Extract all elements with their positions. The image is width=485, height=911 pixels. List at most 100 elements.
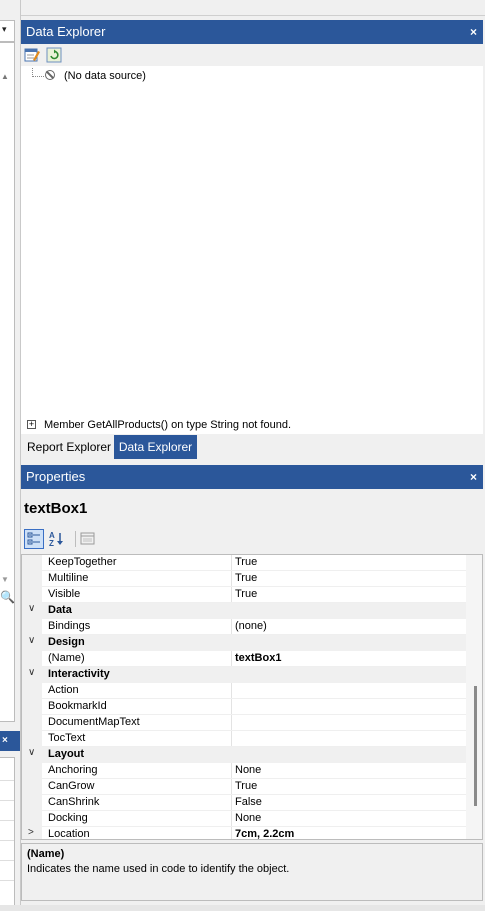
property-name: CanShrink <box>48 796 100 808</box>
collapse-chevron-icon[interactable]: ∨ <box>28 603 35 614</box>
property-row[interactable]: KeepTogether True <box>22 555 468 571</box>
property-value[interactable]: False <box>235 796 262 808</box>
svg-text:Z: Z <box>49 539 54 548</box>
tree-connector <box>32 76 44 77</box>
property-name: Visible <box>48 588 81 600</box>
tab-report-explorer[interactable]: Report Explorer <box>21 435 117 459</box>
expand-chevron-icon[interactable]: > <box>28 827 34 838</box>
property-row[interactable]: Multiline True <box>22 571 468 587</box>
tab-data-explorer[interactable]: Data Explorer <box>114 435 197 459</box>
left-panel-close-icon[interactable]: × <box>2 735 8 746</box>
property-name: Docking <box>48 812 88 824</box>
selected-object-name: textBox1 <box>24 500 88 517</box>
property-value[interactable]: (none) <box>235 620 267 632</box>
refresh-icon[interactable] <box>46 47 62 63</box>
property-category[interactable]: ∨ Interactivity <box>22 667 468 683</box>
property-name: Bindings <box>48 620 91 632</box>
description-title: (Name) <box>27 848 65 860</box>
edit-datasource-icon[interactable] <box>24 47 40 63</box>
column-divider <box>231 555 232 571</box>
description-text: Indicates the name used in code to ident… <box>27 863 290 875</box>
property-value[interactable]: textBox1 <box>235 652 281 664</box>
property-name: Action <box>48 684 79 696</box>
alphabetical-icon[interactable]: A Z <box>47 529 67 549</box>
properties-header: Properties × <box>21 465 483 489</box>
property-row[interactable]: TocText <box>22 731 468 747</box>
magnifier-icon[interactable]: 🔍 <box>0 590 15 604</box>
property-row[interactable]: Visible True <box>22 587 468 603</box>
row-gutter <box>22 811 42 827</box>
data-explorer-tree <box>21 66 483 418</box>
property-row[interactable]: CanGrow True <box>22 779 468 795</box>
properties-close-icon[interactable]: × <box>470 465 477 489</box>
collapse-chevron-icon[interactable]: ∨ <box>28 635 35 646</box>
left-lower-divider <box>0 780 14 781</box>
property-name: Location <box>48 828 90 840</box>
row-gutter <box>22 651 42 667</box>
property-value[interactable]: True <box>235 556 257 568</box>
window-bottom-edge <box>0 905 485 911</box>
row-gutter <box>22 715 42 731</box>
property-name: Anchoring <box>48 764 98 776</box>
property-row[interactable]: DocumentMapText <box>22 715 468 731</box>
property-value[interactable]: True <box>235 572 257 584</box>
tree-node-no-data-source[interactable]: (No data source) <box>64 70 146 82</box>
no-data-icon <box>45 70 55 80</box>
column-divider <box>231 811 232 827</box>
data-explorer-close-icon[interactable]: × <box>470 20 477 44</box>
category-label: Data <box>48 604 72 616</box>
column-divider <box>231 587 232 603</box>
column-divider <box>231 619 232 635</box>
row-gutter <box>22 699 42 715</box>
expand-icon[interactable]: + <box>27 420 36 429</box>
column-divider <box>231 699 232 715</box>
row-gutter <box>22 683 42 699</box>
row-gutter <box>22 795 42 811</box>
left-lower-divider <box>0 840 14 841</box>
scroll-down-arrow-icon[interactable]: ▼ <box>1 575 9 584</box>
property-name: KeepTogether <box>48 556 117 568</box>
column-divider <box>231 763 232 779</box>
collapse-chevron-icon[interactable]: ∨ <box>28 667 35 678</box>
collapse-chevron-icon[interactable]: ∨ <box>28 747 35 758</box>
error-message: Member GetAllProducts() on type String n… <box>44 419 292 431</box>
column-divider <box>231 827 232 839</box>
row-gutter <box>22 619 42 635</box>
property-value[interactable]: 7cm, 2.2cm <box>235 828 294 839</box>
row-gutter <box>22 571 42 587</box>
property-row[interactable]: Action <box>22 683 468 699</box>
column-divider <box>231 571 232 587</box>
property-row[interactable]: (Name) textBox1 <box>22 651 468 667</box>
property-value[interactable]: None <box>235 812 261 824</box>
categorized-icon[interactable] <box>24 529 44 549</box>
property-row[interactable]: BookmarkId <box>22 699 468 715</box>
property-category[interactable]: ∨ Layout <box>22 747 468 763</box>
category-label: Design <box>48 636 85 648</box>
property-category[interactable]: ∨ Data <box>22 603 468 619</box>
left-lower-divider <box>0 880 14 881</box>
category-label: Interactivity <box>48 668 110 680</box>
property-name: TocText <box>48 732 86 744</box>
properties-title: Properties <box>26 469 86 484</box>
row-gutter <box>22 587 42 603</box>
scroll-up-arrow-icon[interactable]: ▲ <box>1 72 9 81</box>
property-pages-icon[interactable] <box>78 529 98 549</box>
property-category[interactable]: ∨ Design <box>22 635 468 651</box>
left-panel-content <box>0 42 15 722</box>
property-name: CanGrow <box>48 780 95 792</box>
property-row[interactable]: Anchoring None <box>22 763 468 779</box>
scrollbar-thumb[interactable] <box>474 686 477 806</box>
property-row[interactable]: Docking None <box>22 811 468 827</box>
property-value[interactable]: True <box>235 780 257 792</box>
dropdown-arrow-icon[interactable]: ▾ <box>2 24 7 35</box>
left-lower-divider <box>0 800 14 801</box>
property-value[interactable]: True <box>235 588 257 600</box>
property-value[interactable]: None <box>235 764 261 776</box>
property-row[interactable]: CanShrink False <box>22 795 468 811</box>
property-row[interactable]: > Location 7cm, 2.2cm <box>22 827 468 840</box>
property-name: DocumentMapText <box>48 716 140 728</box>
column-divider <box>231 715 232 731</box>
property-name: (Name) <box>48 652 85 664</box>
property-name: BookmarkId <box>48 700 107 712</box>
property-row[interactable]: Bindings (none) <box>22 619 468 635</box>
